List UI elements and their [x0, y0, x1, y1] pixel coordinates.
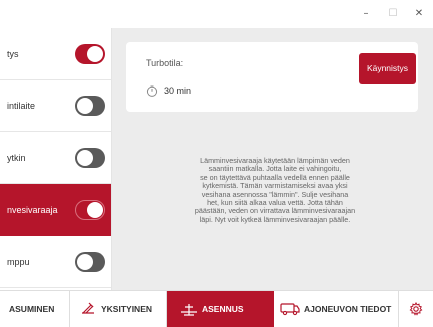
toggle-knob — [77, 254, 93, 270]
maximize-button[interactable]: ☐ — [383, 5, 403, 23]
tab-label: ASENNUS — [202, 304, 244, 314]
toggle-switch[interactable] — [75, 148, 105, 168]
sidebar-item-label: ytkin — [7, 153, 26, 163]
sidebar-item-pump[interactable]: mppu — [0, 236, 111, 288]
vehicle-icon — [280, 303, 300, 316]
title-bar: – ☐ ✕ — [0, 0, 433, 28]
tab-asuminen[interactable]: ASUMINEN — [0, 291, 70, 327]
settings-sliders-icon — [181, 304, 197, 316]
turbo-caption: Turbotila: — [146, 58, 184, 68]
turbo-duration: 30 min — [164, 86, 192, 96]
sidebar-item-switch[interactable]: ytkin — [0, 132, 111, 184]
tab-label: ASUMINEN — [9, 304, 55, 314]
tab-label: AJONEUVON TIEDOT — [304, 304, 392, 314]
toggle-switch[interactable] — [75, 44, 105, 64]
bottom-tab-bar: ASUMINEN YKSITYINEN ASENNUS AJONEUVON TI… — [0, 290, 433, 327]
main-panel: Turbotila: 30 min Käynnistys Lämminvesiv… — [112, 28, 433, 290]
tab-label: YKSITYINEN — [101, 304, 153, 314]
toggle-switch[interactable] — [75, 200, 105, 220]
tab-asennus[interactable]: ASENNUS — [167, 291, 274, 327]
private-icon — [82, 302, 94, 314]
sidebar-item-label: tys — [7, 49, 19, 59]
minimize-button[interactable]: – — [356, 5, 376, 23]
description-text: Lämminvesivaraaja käytetään lämpimän ved… — [164, 156, 386, 224]
description-line: läpi. Nyt voit kytkeä lämminvesivaraajan… — [199, 214, 351, 224]
close-button[interactable]: ✕ — [409, 5, 429, 23]
timer-icon — [146, 85, 158, 97]
sidebar-item-label: intilaite — [7, 101, 36, 111]
turbo-card: Turbotila: 30 min Käynnistys — [126, 42, 418, 112]
tab-ajoneuvon-tiedot[interactable]: AJONEUVON TIEDOT — [274, 291, 399, 327]
sidebar-item-water-heater[interactable]: nvesivaraaja — [0, 184, 111, 236]
toggle-switch[interactable] — [75, 96, 105, 116]
toggle-knob — [77, 98, 93, 114]
toggle-knob — [87, 202, 103, 218]
gear-icon — [409, 302, 423, 316]
sidebar-item-label: mppu — [7, 257, 30, 267]
toggle-switch[interactable] — [75, 252, 105, 272]
sidebar-item-heating[interactable]: tys — [0, 28, 111, 80]
toggle-knob — [77, 150, 93, 166]
sidebar: tys intilaite ytkin nvesivaraaja mppu — [0, 28, 112, 290]
start-button[interactable]: Käynnistys — [359, 53, 416, 84]
toggle-knob — [87, 46, 103, 62]
tab-settings[interactable] — [399, 291, 433, 327]
sidebar-item-label: nvesivaraaja — [7, 205, 58, 215]
sidebar-item-device[interactable]: intilaite — [0, 80, 111, 132]
tab-yksityinen[interactable]: YKSITYINEN — [70, 291, 167, 327]
